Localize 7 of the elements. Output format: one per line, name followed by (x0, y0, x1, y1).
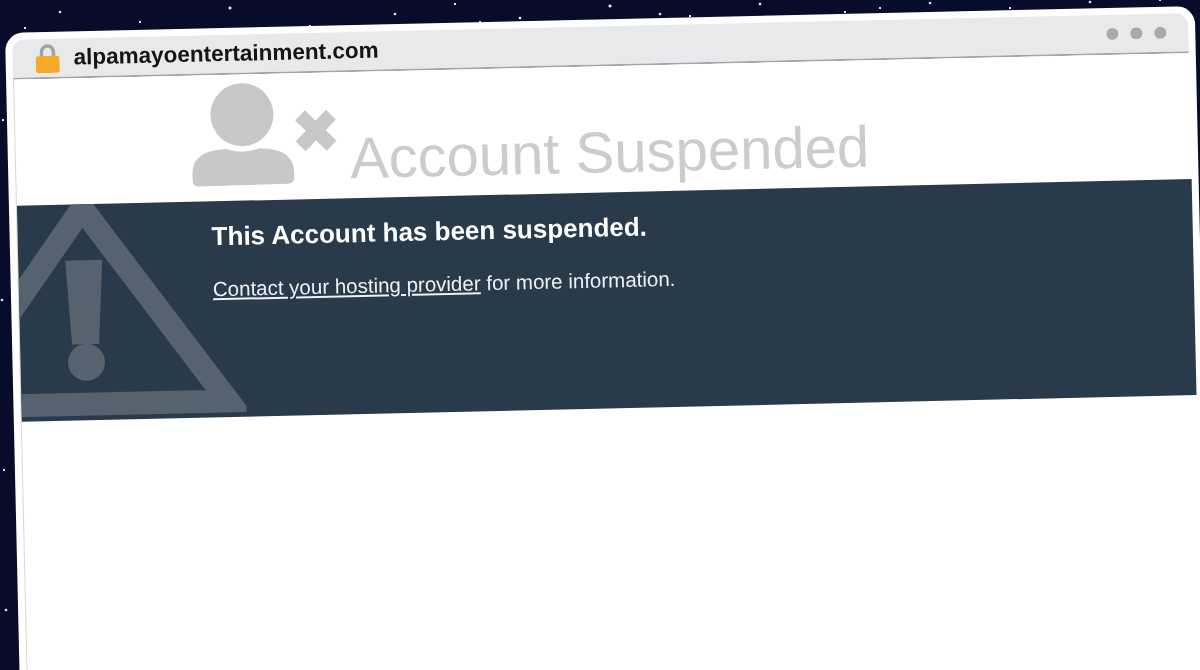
message-text: for more information. (486, 266, 676, 295)
person-x-icon (190, 80, 339, 187)
banner-title: This Account has been suspended. (211, 212, 648, 253)
lock-icon (35, 42, 60, 74)
url-text: alpamayoentertainment.com (73, 36, 379, 72)
hosting-provider-link[interactable]: Contact your hosting provider (212, 271, 481, 301)
three-dots-icon (1106, 26, 1167, 40)
